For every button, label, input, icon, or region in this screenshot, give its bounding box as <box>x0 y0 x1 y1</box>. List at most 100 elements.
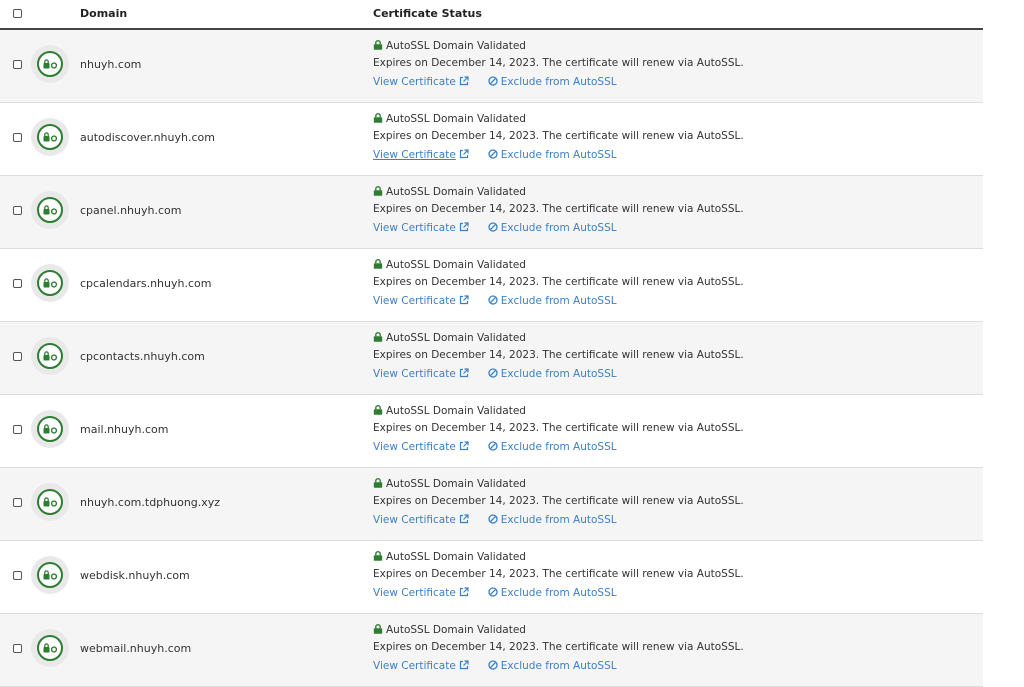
external-link-icon <box>459 76 469 86</box>
table-row: cpcontacts.nhuyh.com AutoSSL Domain Vali… <box>0 322 983 395</box>
view-certificate-label: View Certificate <box>373 149 456 161</box>
ssl-status-badge <box>31 264 69 302</box>
exclude-from-autossl-link[interactable]: Exclude from AutoSSL <box>488 660 617 672</box>
view-certificate-link[interactable]: View Certificate <box>373 295 469 307</box>
expiry-text: Expires on December 14, 2023. The certif… <box>373 495 744 507</box>
exclude-from-autossl-link[interactable]: Exclude from AutoSSL <box>488 441 617 453</box>
expiry-text: Expires on December 14, 2023. The certif… <box>373 641 744 653</box>
lock-key-icon <box>37 562 63 588</box>
lock-icon <box>373 623 383 639</box>
validation-status: AutoSSL Domain Validated <box>373 549 744 565</box>
ban-icon <box>488 660 498 670</box>
view-certificate-label: View Certificate <box>373 587 456 599</box>
view-certificate-link[interactable]: View Certificate <box>373 149 469 161</box>
row-checkbox[interactable] <box>13 279 22 288</box>
external-link-icon <box>459 295 469 305</box>
certificate-actions: View Certificate Exclude from AutoSSL <box>373 292 744 311</box>
domain-name: webmail.nhuyh.com <box>80 642 192 655</box>
row-checkbox[interactable] <box>13 425 22 434</box>
lock-icon <box>373 404 383 420</box>
view-certificate-link[interactable]: View Certificate <box>373 222 469 234</box>
certificate-status: AutoSSL Domain Validated Expires on Dece… <box>373 257 744 311</box>
table-body: nhuyh.com AutoSSL Domain Validated Expir… <box>0 30 983 687</box>
ban-icon <box>488 295 498 305</box>
expiry-text: Expires on December 14, 2023. The certif… <box>373 203 744 215</box>
exclude-from-autossl-link[interactable]: Exclude from AutoSSL <box>488 514 617 526</box>
exclude-from-autossl-link[interactable]: Exclude from AutoSSL <box>488 149 617 161</box>
view-certificate-link[interactable]: View Certificate <box>373 660 469 672</box>
domain-name: cpanel.nhuyh.com <box>80 204 182 217</box>
validation-status: AutoSSL Domain Validated <box>373 38 744 54</box>
expiry-text: Expires on December 14, 2023. The certif… <box>373 276 744 288</box>
row-checkbox[interactable] <box>13 206 22 215</box>
validation-status-text: AutoSSL Domain Validated <box>386 405 526 417</box>
validation-status-text: AutoSSL Domain Validated <box>386 478 526 490</box>
exclude-label: Exclude from AutoSSL <box>500 222 617 234</box>
row-checkbox[interactable] <box>13 571 22 580</box>
row-checkbox[interactable] <box>13 644 22 653</box>
certificate-status: AutoSSL Domain Validated Expires on Dece… <box>373 403 744 457</box>
view-certificate-link[interactable]: View Certificate <box>373 441 469 453</box>
domain-name: cpcalendars.nhuyh.com <box>80 277 212 290</box>
exclude-from-autossl-link[interactable]: Exclude from AutoSSL <box>488 222 617 234</box>
validation-status: AutoSSL Domain Validated <box>373 476 744 492</box>
select-all-checkbox[interactable] <box>13 9 22 18</box>
exclude-label: Exclude from AutoSSL <box>500 149 617 161</box>
external-link-icon <box>459 368 469 378</box>
exclude-label: Exclude from AutoSSL <box>500 295 617 307</box>
ssl-domains-table: Domain Certificate Status nhuyh.com Auto… <box>0 0 983 687</box>
row-checkbox[interactable] <box>13 60 22 69</box>
row-checkbox[interactable] <box>13 133 22 142</box>
validation-status-text: AutoSSL Domain Validated <box>386 40 526 52</box>
view-certificate-link[interactable]: View Certificate <box>373 76 469 88</box>
view-certificate-label: View Certificate <box>373 295 456 307</box>
table-row: nhuyh.com.tdphuong.xyz AutoSSL Domain Va… <box>0 468 983 541</box>
exclude-label: Exclude from AutoSSL <box>500 514 617 526</box>
domain-name: nhuyh.com <box>80 58 142 71</box>
certificate-status: AutoSSL Domain Validated Expires on Dece… <box>373 330 744 384</box>
expiry-text: Expires on December 14, 2023. The certif… <box>373 349 744 361</box>
certificate-actions: View Certificate Exclude from AutoSSL <box>373 219 744 238</box>
validation-status: AutoSSL Domain Validated <box>373 330 744 346</box>
external-link-icon <box>459 149 469 159</box>
certificate-actions: View Certificate Exclude from AutoSSL <box>373 365 744 384</box>
lock-icon <box>373 477 383 493</box>
ssl-status-badge <box>31 45 69 83</box>
table-row: nhuyh.com AutoSSL Domain Validated Expir… <box>0 30 983 103</box>
view-certificate-link[interactable]: View Certificate <box>373 368 469 380</box>
view-certificate-label: View Certificate <box>373 222 456 234</box>
status-column-header[interactable]: Certificate Status <box>373 7 482 20</box>
row-checkbox[interactable] <box>13 498 22 507</box>
view-certificate-label: View Certificate <box>373 514 456 526</box>
exclude-from-autossl-link[interactable]: Exclude from AutoSSL <box>488 368 617 380</box>
exclude-from-autossl-link[interactable]: Exclude from AutoSSL <box>488 76 617 88</box>
validation-status: AutoSSL Domain Validated <box>373 184 744 200</box>
ssl-status-badge <box>31 191 69 229</box>
exclude-label: Exclude from AutoSSL <box>500 76 617 88</box>
validation-status-text: AutoSSL Domain Validated <box>386 259 526 271</box>
expiry-text: Expires on December 14, 2023. The certif… <box>373 568 744 580</box>
validation-status-text: AutoSSL Domain Validated <box>386 551 526 563</box>
row-checkbox[interactable] <box>13 352 22 361</box>
view-certificate-label: View Certificate <box>373 368 456 380</box>
table-row: mail.nhuyh.com AutoSSL Domain Validated … <box>0 395 983 468</box>
exclude-from-autossl-link[interactable]: Exclude from AutoSSL <box>488 587 617 599</box>
domain-column-header[interactable]: Domain <box>80 7 127 20</box>
view-certificate-link[interactable]: View Certificate <box>373 587 469 599</box>
ssl-status-badge <box>31 483 69 521</box>
external-link-icon <box>459 514 469 524</box>
view-certificate-link[interactable]: View Certificate <box>373 514 469 526</box>
certificate-actions: View Certificate Exclude from AutoSSL <box>373 511 744 530</box>
certificate-status: AutoSSL Domain Validated Expires on Dece… <box>373 38 744 92</box>
certificate-status: AutoSSL Domain Validated Expires on Dece… <box>373 111 744 165</box>
expiry-text: Expires on December 14, 2023. The certif… <box>373 130 744 142</box>
domain-name: nhuyh.com.tdphuong.xyz <box>80 496 221 509</box>
lock-key-icon <box>37 197 63 223</box>
domain-name: webdisk.nhuyh.com <box>80 569 190 582</box>
lock-key-icon <box>37 124 63 150</box>
certificate-actions: View Certificate Exclude from AutoSSL <box>373 657 744 676</box>
validation-status-text: AutoSSL Domain Validated <box>386 332 526 344</box>
exclude-from-autossl-link[interactable]: Exclude from AutoSSL <box>488 295 617 307</box>
table-row: webmail.nhuyh.com AutoSSL Domain Validat… <box>0 614 983 687</box>
view-certificate-label: View Certificate <box>373 660 456 672</box>
